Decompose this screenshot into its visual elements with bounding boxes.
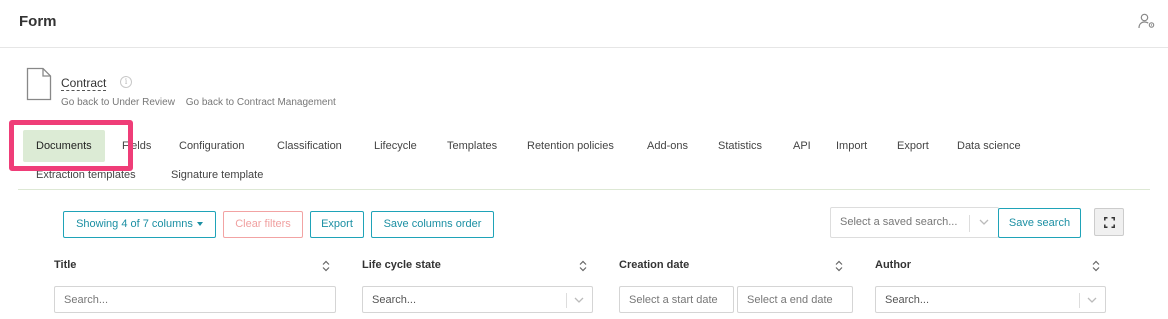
title-search-input[interactable]: Search... [54,286,336,313]
column-header-creation-date[interactable]: Creation date [619,259,689,271]
clear-filters-button[interactable]: Clear filters [223,211,303,238]
tab-templates[interactable]: Templates [447,138,497,154]
author-placeholder: Search... [885,294,930,306]
sort-icon[interactable] [835,260,843,272]
saved-search-select[interactable]: Select a saved search... [830,207,999,238]
caret-down-icon [196,222,203,227]
tab-retention-policies[interactable]: Retention policies [527,138,614,154]
back-links: Go back to Under Review Go back to Contr… [61,97,344,108]
tab-fields[interactable]: Fields [122,138,151,154]
columns-dropdown-button[interactable]: Showing 4 of 7 columns [63,211,216,238]
page-title: Form [19,13,57,30]
tab-export[interactable]: Export [897,138,929,154]
sort-icon[interactable] [322,260,330,272]
start-date-placeholder: Select a start date [629,294,718,306]
column-header-title[interactable]: Title [54,259,76,271]
tab-extraction-templates[interactable]: Extraction templates [36,167,136,183]
title-search-placeholder: Search... [64,294,109,306]
chevron-down-icon [574,297,584,303]
life-cycle-state-select[interactable]: Search... [362,286,593,313]
sort-icon[interactable] [1092,260,1100,272]
top-bar: Form [0,0,1168,48]
select-separator [566,293,567,308]
columns-dropdown-label: Showing 4 of 7 columns [76,218,193,230]
chevron-down-icon [1087,297,1097,303]
tab-import[interactable]: Import [836,138,867,154]
tab-statistics[interactable]: Statistics [718,138,762,154]
sort-icon[interactable] [579,260,587,272]
end-date-placeholder: Select a end date [747,294,833,306]
tab-data-science[interactable]: Data science [957,138,1021,154]
tab-classification[interactable]: Classification [277,138,342,154]
back-to-under-review-link[interactable]: Go back to Under Review [61,97,175,108]
expand-icon [1104,217,1115,228]
end-date-input[interactable]: Select a end date [737,286,853,313]
column-header-author[interactable]: Author [875,259,911,271]
author-select[interactable]: Search... [875,286,1106,313]
export-button[interactable]: Export [310,211,364,238]
saved-search-placeholder: Select a saved search... [840,216,958,228]
tab-signature-template[interactable]: Signature template [171,167,263,183]
fullscreen-button[interactable] [1094,208,1124,236]
save-search-button[interactable]: Save search [998,208,1081,238]
life-cycle-state-placeholder: Search... [372,294,417,306]
column-header-life-cycle-state[interactable]: Life cycle state [362,259,441,271]
tab-add-ons[interactable]: Add-ons [647,138,688,154]
tabs-divider [18,189,1150,190]
tab-documents[interactable]: Documents [23,130,105,162]
tab-api[interactable]: API [793,138,811,154]
user-settings-icon[interactable] [1138,13,1156,29]
info-icon[interactable]: i [120,76,132,88]
chevron-down-icon [979,219,989,225]
select-separator [1079,293,1080,308]
save-columns-order-button[interactable]: Save columns order [371,211,494,238]
tab-lifecycle[interactable]: Lifecycle [374,138,417,154]
document-name-link[interactable]: Contract [61,76,107,91]
back-to-contract-management-link[interactable]: Go back to Contract Management [186,97,336,108]
tab-configuration[interactable]: Configuration [179,138,244,154]
start-date-input[interactable]: Select a start date [619,286,734,313]
select-separator [969,215,970,232]
document-icon [26,67,52,101]
